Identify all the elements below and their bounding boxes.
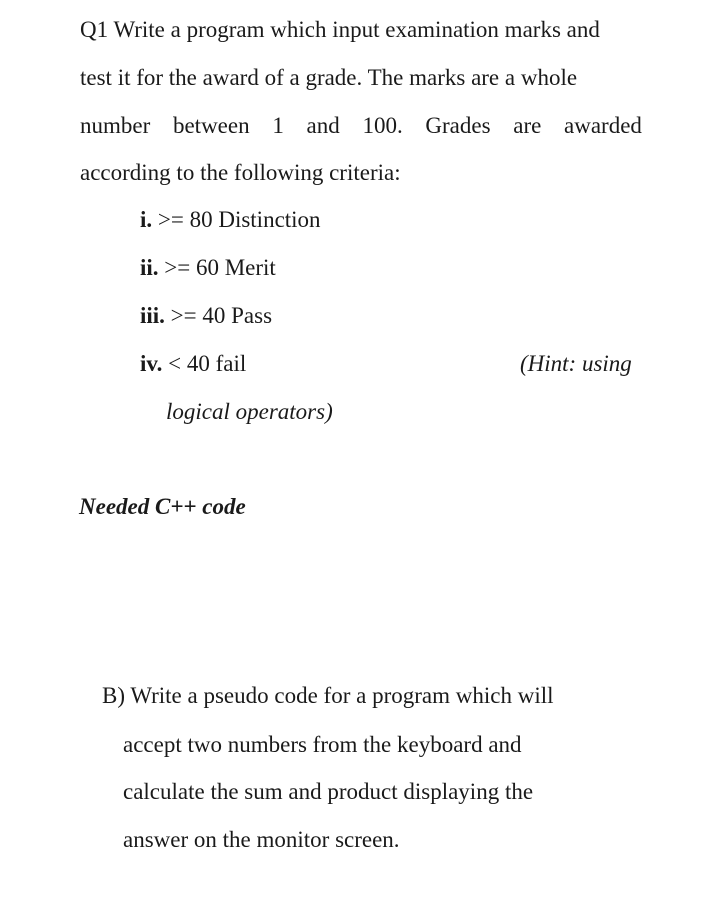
word: number (80, 113, 151, 138)
criteria-item: iv. < 40 fail (140, 350, 246, 378)
qb-line-2: accept two numbers from the keyboard and (123, 732, 522, 757)
qb-line-4: answer on the monitor screen. (123, 827, 400, 852)
q1-line-3: number between 1 and 100. Grades are awa… (80, 112, 642, 140)
criteria-item: iii. >= 40 Pass (140, 302, 272, 330)
word: and (306, 113, 340, 138)
q1-line-1: Q1 Write a program which input examinati… (80, 17, 600, 42)
qb-line-3: calculate the sum and product displaying… (123, 779, 534, 804)
criteria-numeral: iii. (140, 303, 165, 328)
word: 1 (272, 113, 284, 138)
criteria-item: ii. >= 60 Merit (140, 254, 276, 282)
criteria-text: < 40 fail (162, 351, 247, 376)
criteria-numeral: i. (140, 207, 153, 232)
hint-text-part2: logical operators) (166, 399, 333, 424)
criteria-text: >= 40 Pass (164, 303, 273, 328)
word: awarded (564, 113, 642, 138)
word: are (513, 113, 542, 138)
word: between (172, 113, 250, 138)
word: 100. (362, 113, 403, 138)
criteria-numeral: ii. (140, 255, 159, 280)
hint-text-part1: (Hint: using (520, 351, 632, 376)
criteria-numeral: iv. (140, 351, 163, 376)
needed-code-label: Needed C++ code (79, 494, 246, 519)
criteria-text: >= 60 Merit (158, 255, 276, 280)
criteria-item: i. >= 80 Distinction (140, 206, 321, 234)
q1-line-2: test it for the award of a grade. The ma… (80, 65, 578, 90)
criteria-text: >= 80 Distinction (152, 207, 321, 232)
qb-line-1: B) Write a pseudo code for a program whi… (102, 683, 554, 708)
word: Grades (425, 113, 491, 138)
q1-line-4: according to the following criteria: (80, 160, 401, 185)
